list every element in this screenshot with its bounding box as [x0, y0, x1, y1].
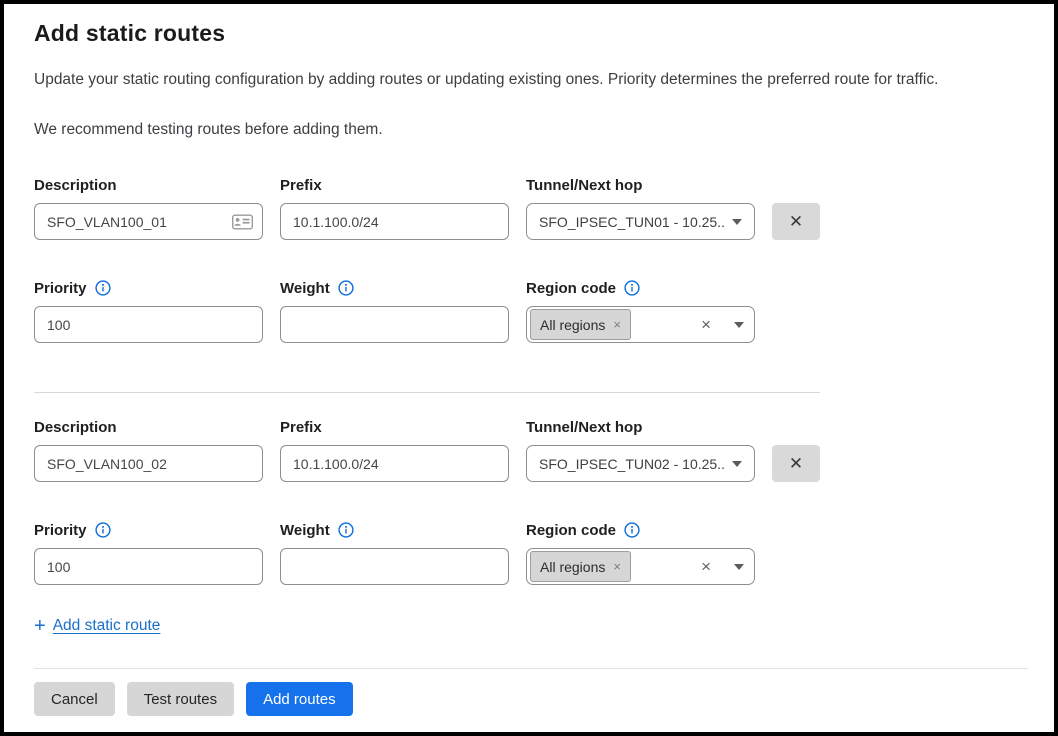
footer-divider: [34, 668, 1028, 669]
priority-info-icon[interactable]: [95, 280, 111, 296]
route-2-region-field: Region code All regions × ×: [526, 520, 755, 585]
route-1-weight-input[interactable]: [280, 306, 509, 343]
route-2-remove-button[interactable]: ✕: [772, 445, 820, 482]
weight-label: Weight: [280, 278, 509, 298]
close-icon: ✕: [789, 455, 803, 472]
route-1-secondary-row: Priority Weight: [34, 278, 1028, 343]
route-2-priority-field: Priority: [34, 520, 263, 585]
route-2-description-input[interactable]: [34, 445, 263, 482]
region-tag-label: All regions: [540, 559, 605, 575]
route-section-divider: [34, 392, 820, 393]
route-2-description-field: Description: [34, 417, 263, 482]
description-label: Description: [34, 417, 263, 437]
region-tag-label: All regions: [540, 317, 605, 333]
route-2-priority-input[interactable]: [34, 548, 263, 585]
region-tag: All regions ×: [530, 309, 631, 340]
route-1-description-field: Description: [34, 175, 263, 240]
route-1-tunnel-value: SFO_IPSEC_TUN01 - 10.25...: [539, 214, 724, 230]
tunnel-next-hop-label: Tunnel/Next hop: [526, 417, 755, 437]
region-info-icon[interactable]: [624, 280, 640, 296]
route-2-secondary-row: Priority Weight: [34, 520, 1028, 585]
priority-label-text: Priority: [34, 522, 87, 539]
add-static-routes-dialog: Add static routes Update your static rou…: [0, 0, 1058, 736]
route-1-region-field: Region code All regions × ×: [526, 278, 755, 343]
region-code-label: Region code: [526, 520, 755, 540]
clear-selection-icon[interactable]: ×: [701, 316, 711, 333]
route-1-priority-field: Priority: [34, 278, 263, 343]
dialog-description: Update your static routing configuration…: [34, 70, 1028, 90]
route-1-prefix-field: Prefix: [280, 175, 509, 240]
footer-actions: Cancel Test routes Add routes: [34, 682, 1028, 716]
weight-label: Weight: [280, 520, 509, 540]
route-2-region-multiselect[interactable]: All regions × ×: [526, 548, 755, 585]
weight-label-text: Weight: [280, 280, 330, 297]
prefix-label: Prefix: [280, 175, 509, 195]
priority-label: Priority: [34, 520, 263, 540]
route-1-prefix-input[interactable]: [280, 203, 509, 240]
region-tag-remove-icon[interactable]: ×: [613, 560, 621, 573]
route-1-weight-field: Weight: [280, 278, 509, 343]
add-routes-button[interactable]: Add routes: [246, 682, 353, 716]
region-code-label: Region code: [526, 278, 755, 298]
route-1-main-row: Description Prefix: [34, 175, 1028, 240]
plus-icon: +: [34, 616, 46, 636]
test-routes-button[interactable]: Test routes: [127, 682, 234, 716]
prefix-label: Prefix: [280, 417, 509, 437]
dialog-recommendation: We recommend testing routes before addin…: [34, 120, 1028, 140]
dialog-content: Add static routes Update your static rou…: [4, 4, 1054, 732]
route-2-weight-input[interactable]: [280, 548, 509, 585]
weight-info-icon[interactable]: [338, 280, 354, 296]
route-1-priority-input[interactable]: [34, 306, 263, 343]
route-2-tunnel-field: Tunnel/Next hop SFO_IPSEC_TUN02 - 10.25.…: [526, 417, 755, 482]
cancel-button[interactable]: Cancel: [34, 682, 115, 716]
route-2-main-row: Description Prefix Tunnel/Next hop SFO_I…: [34, 417, 1028, 482]
tunnel-next-hop-label: Tunnel/Next hop: [526, 175, 755, 195]
route-2-prefix-field: Prefix: [280, 417, 509, 482]
priority-info-icon[interactable]: [95, 522, 111, 538]
add-static-route-link[interactable]: + Add static route: [34, 616, 160, 636]
route-1-tunnel-select[interactable]: SFO_IPSEC_TUN01 - 10.25...: [526, 203, 755, 240]
region-tag-remove-icon[interactable]: ×: [613, 318, 621, 331]
region-tag: All regions ×: [530, 551, 631, 582]
add-static-route-label: Add static route: [53, 617, 161, 635]
route-2-weight-field: Weight: [280, 520, 509, 585]
priority-label-text: Priority: [34, 280, 87, 297]
chevron-down-icon: [732, 461, 742, 467]
route-2-prefix-input[interactable]: [280, 445, 509, 482]
contact-card-autofill-icon[interactable]: [232, 214, 253, 229]
chevron-down-icon: [734, 322, 744, 328]
chevron-down-icon: [734, 564, 744, 570]
description-label: Description: [34, 175, 263, 195]
region-info-icon[interactable]: [624, 522, 640, 538]
region-code-label-text: Region code: [526, 280, 616, 297]
page-title: Add static routes: [34, 18, 1028, 48]
chevron-down-icon: [732, 219, 742, 225]
route-1-remove-button[interactable]: ✕: [772, 203, 820, 240]
route-1-tunnel-field: Tunnel/Next hop SFO_IPSEC_TUN01 - 10.25.…: [526, 175, 755, 240]
route-1-region-multiselect[interactable]: All regions × ×: [526, 306, 755, 343]
route-2-tunnel-value: SFO_IPSEC_TUN02 - 10.25...: [539, 456, 724, 472]
weight-info-icon[interactable]: [338, 522, 354, 538]
region-code-label-text: Region code: [526, 522, 616, 539]
close-icon: ✕: [789, 213, 803, 230]
route-2-tunnel-select[interactable]: SFO_IPSEC_TUN02 - 10.25...: [526, 445, 755, 482]
clear-selection-icon[interactable]: ×: [701, 558, 711, 575]
priority-label: Priority: [34, 278, 263, 298]
weight-label-text: Weight: [280, 522, 330, 539]
route-1-description-input[interactable]: [34, 203, 263, 240]
